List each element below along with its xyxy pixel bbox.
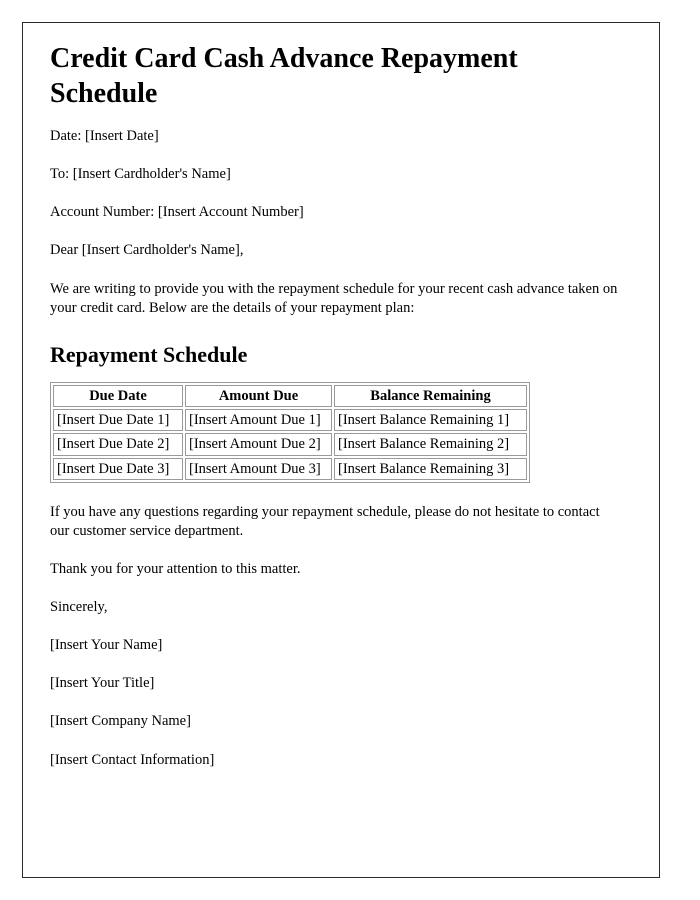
page-title: Credit Card Cash Advance Repayment Sched… xyxy=(50,43,518,109)
cell-due-date: [Insert Due Date 1] xyxy=(53,409,183,432)
document-page-frame: Credit Card Cash Advance Repayment Sched… xyxy=(22,22,660,878)
column-header-amount-due: Amount Due xyxy=(185,385,332,408)
table-row: [Insert Due Date 3] [Insert Amount Due 3… xyxy=(53,457,527,480)
cell-balance-remaining: [Insert Balance Remaining 2] xyxy=(334,433,527,456)
table-header-row: Due Date Amount Due Balance Remaining xyxy=(53,385,527,408)
table-row: [Insert Due Date 1] [Insert Amount Due 1… xyxy=(53,409,527,432)
intro-paragraph: We are writing to provide you with the r… xyxy=(50,280,618,316)
cell-amount-due: [Insert Amount Due 3] xyxy=(185,457,332,480)
signature-line-name: [Insert Your Name] xyxy=(50,637,163,654)
meta-line-date: Date: [Insert Date] xyxy=(50,128,159,144)
signature-line-company: [Insert Company Name] xyxy=(50,713,191,730)
cell-amount-due: [Insert Amount Due 1] xyxy=(185,409,332,432)
salutation: Dear [Insert Cardholder's Name], xyxy=(50,242,244,259)
repayment-schedule-table: Due Date Amount Due Balance Remaining [I… xyxy=(50,382,530,483)
cell-balance-remaining: [Insert Balance Remaining 3] xyxy=(334,457,527,480)
cell-balance-remaining: [Insert Balance Remaining 1] xyxy=(334,409,527,432)
meta-line-recipient: To: [Insert Cardholder's Name] xyxy=(50,166,231,183)
closing-sincerely: Sincerely, xyxy=(50,599,108,616)
meta-line-account-number: Account Number: [Insert Account Number] xyxy=(50,204,304,221)
signature-line-contact: [Insert Contact Information] xyxy=(50,751,215,768)
document-body: Credit Card Cash Advance Repayment Sched… xyxy=(50,41,622,789)
signature-block: [Insert Your Name] [Insert Your Title] [… xyxy=(50,636,622,770)
signature-line-title: [Insert Your Title] xyxy=(50,675,155,692)
closing-paragraph-contact: If you have any questions regarding your… xyxy=(50,503,600,539)
section-heading-repayment-schedule: Repayment Schedule xyxy=(50,341,248,367)
table-row: [Insert Due Date 2] [Insert Amount Due 2… xyxy=(53,433,527,456)
column-header-due-date: Due Date xyxy=(53,385,183,408)
closing-paragraph-thanks: Thank you for your attention to this mat… xyxy=(50,560,301,577)
cell-due-date: [Insert Due Date 2] xyxy=(53,433,183,456)
column-header-balance-remaining: Balance Remaining xyxy=(334,385,527,408)
cell-amount-due: [Insert Amount Due 2] xyxy=(185,433,332,456)
cell-due-date: [Insert Due Date 3] xyxy=(53,457,183,480)
